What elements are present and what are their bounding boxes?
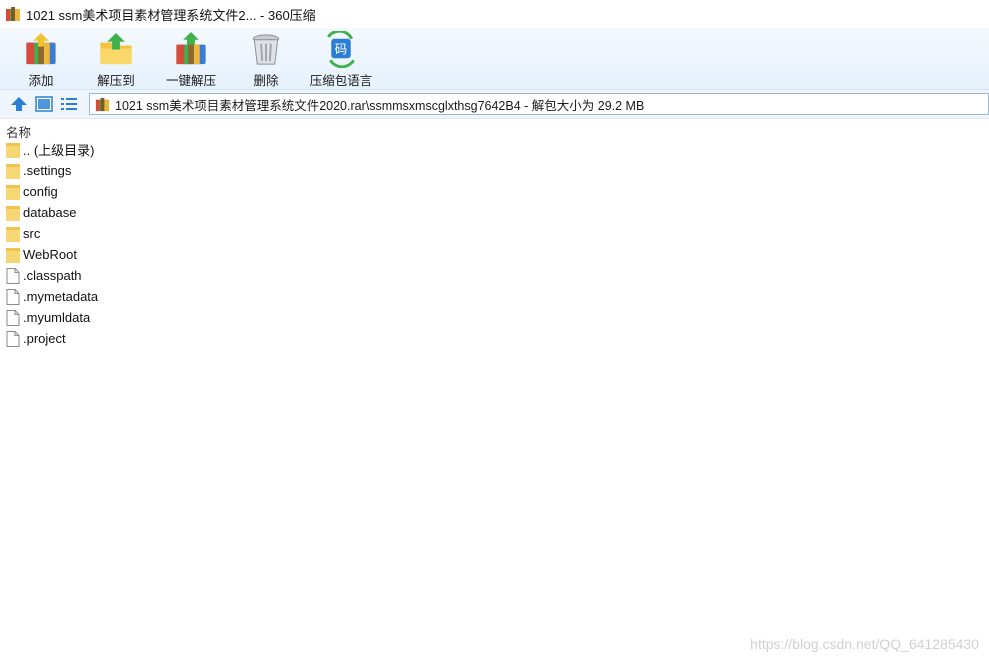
- delete-label: 删除: [253, 74, 279, 88]
- delete-button[interactable]: 删除: [230, 31, 302, 89]
- list-item[interactable]: .. (上级目录): [0, 139, 300, 160]
- watermark-text: https://blog.csdn.net/QQ_641285430: [750, 636, 979, 652]
- thumbnail-view-icon[interactable]: [35, 95, 53, 113]
- add-button[interactable]: 添加: [5, 31, 77, 89]
- one-click-extract-icon: [176, 31, 206, 65]
- file-name: .mymetadata: [23, 289, 99, 304]
- window-title: 1021 ssm美术项目素材管理系统文件2... - 360压缩: [26, 7, 316, 23]
- folder-icon: [6, 226, 20, 242]
- list-item[interactable]: WebRoot: [0, 244, 300, 265]
- file-icon: [6, 309, 20, 326]
- add-button-label: 添加: [28, 74, 54, 88]
- folder-icon: [6, 142, 20, 158]
- folder-icon: [6, 247, 20, 263]
- file-icon: [6, 288, 20, 305]
- file-name: .. (上级目录): [23, 143, 95, 158]
- list-item[interactable]: .myumldata: [0, 307, 300, 328]
- language-glyph: 码: [335, 41, 348, 56]
- one-click-extract-label: 一键解压: [165, 74, 216, 88]
- file-name: config: [23, 184, 58, 199]
- column-header: 名称: [0, 118, 989, 140]
- list-item[interactable]: .classpath: [0, 265, 300, 286]
- folder-icon: [6, 163, 20, 179]
- file-icon: [6, 330, 20, 347]
- toolbar: 添加 解压到 一键解压 删除 码 压缩包语言: [0, 28, 989, 89]
- file-name: WebRoot: [23, 247, 77, 262]
- list-item[interactable]: config: [0, 181, 300, 202]
- file-name: .project: [23, 331, 66, 346]
- file-name: src: [23, 226, 41, 241]
- archive-language-label: 压缩包语言: [309, 74, 373, 88]
- archive-icon: [6, 7, 20, 21]
- archive-language-button[interactable]: 码 压缩包语言: [305, 31, 377, 89]
- extract-to-button[interactable]: 解压到: [80, 31, 152, 89]
- one-click-extract-button[interactable]: 一键解压: [155, 31, 227, 89]
- up-arrow-icon[interactable]: [10, 95, 28, 113]
- add-books-icon: [26, 32, 56, 65]
- folder-icon: [6, 184, 20, 200]
- file-name: .myumldata: [23, 310, 91, 325]
- file-name: database: [23, 205, 77, 220]
- list-item[interactable]: src: [0, 223, 300, 244]
- address-path: 1021 ssm美术项目素材管理系统文件2020.rar\ssmmsxmscgl…: [115, 98, 645, 113]
- folder-icon: [6, 205, 20, 221]
- address-bar[interactable]: 1021 ssm美术项目素材管理系统文件2020.rar\ssmmsxmscgl…: [89, 93, 989, 115]
- list-view-icon[interactable]: [60, 95, 78, 113]
- title-bar: 1021 ssm美术项目素材管理系统文件2... - 360压缩: [0, 0, 989, 28]
- file-name: .classpath: [23, 268, 82, 283]
- extract-to-label: 解压到: [97, 74, 135, 88]
- trash-can-icon: [252, 34, 280, 65]
- list-item[interactable]: .mymetadata: [0, 286, 300, 307]
- file-name: .settings: [23, 163, 72, 178]
- extract-folder-icon: [100, 32, 132, 65]
- navigation-bar: 1021 ssm美术项目素材管理系统文件2020.rar\ssmmsxmscgl…: [0, 89, 989, 119]
- list-item[interactable]: .project: [0, 328, 300, 349]
- archive-icon: [95, 97, 110, 111]
- file-icon: [6, 267, 20, 284]
- archive-language-icon: 码: [327, 31, 355, 68]
- list-item[interactable]: database: [0, 202, 300, 223]
- list-item[interactable]: .settings: [0, 160, 300, 181]
